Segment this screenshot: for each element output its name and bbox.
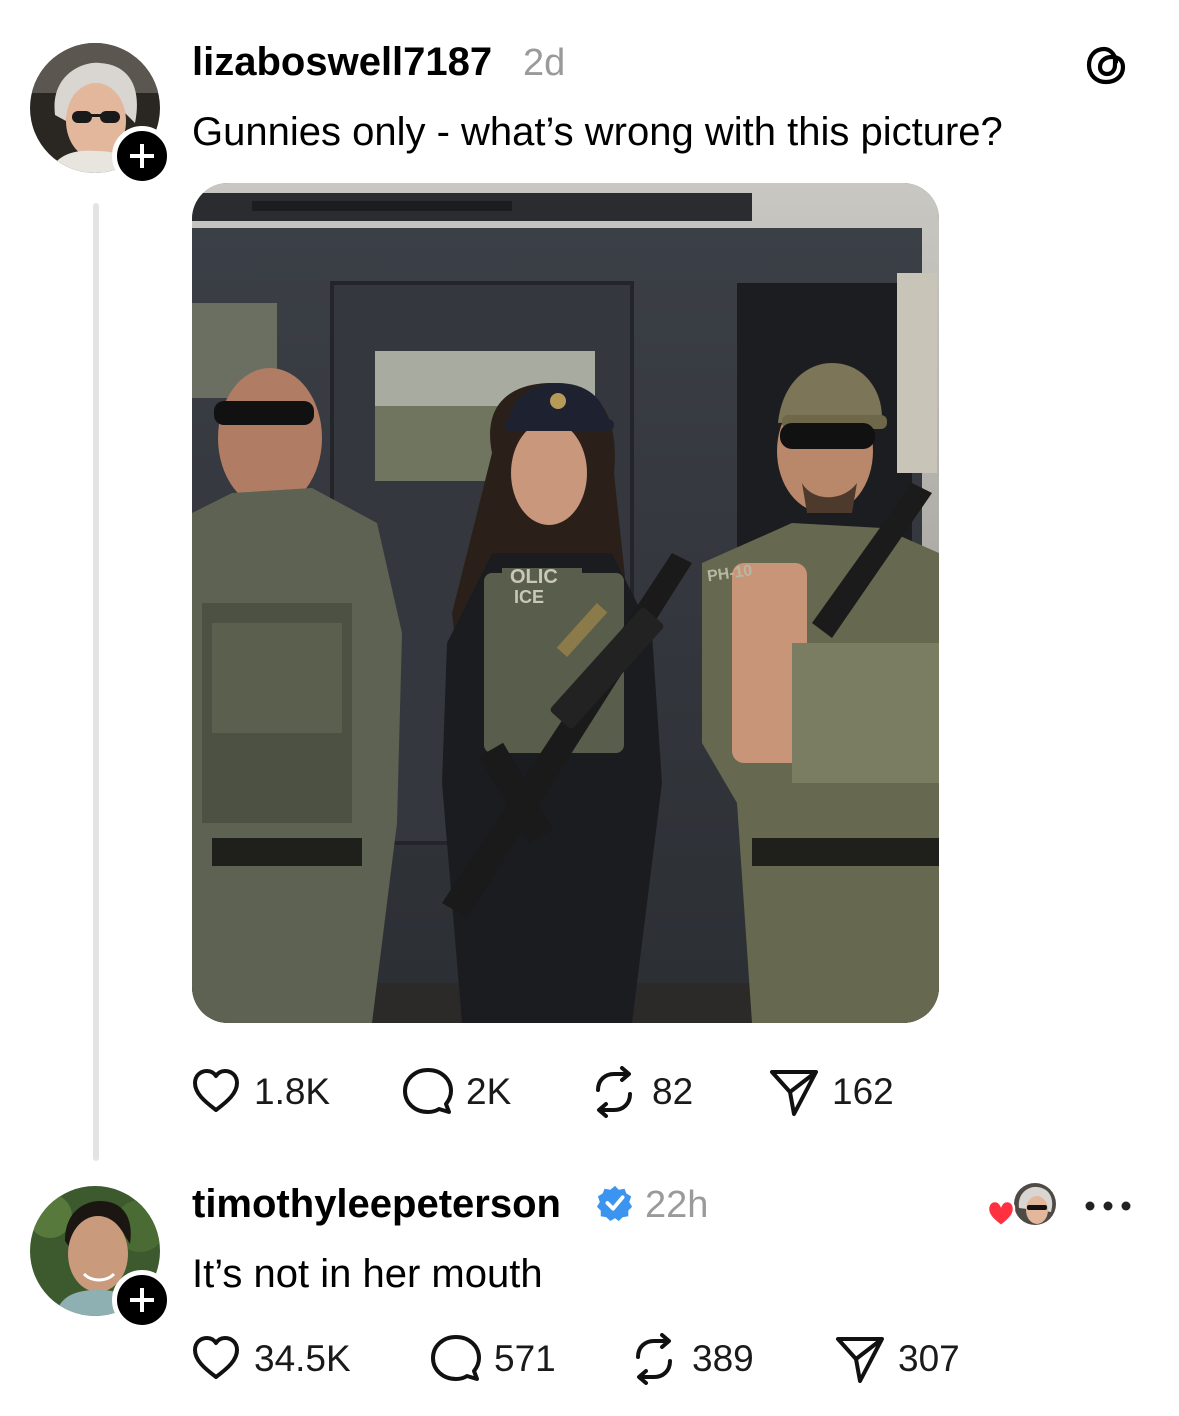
follow-button[interactable] <box>112 126 172 186</box>
plus-icon <box>130 144 154 168</box>
post-actions: 1.8K 2K 82 162 <box>190 1066 950 1118</box>
post-timestamp: 2d <box>523 42 566 84</box>
reply-post: timothyleepeterson 22h It’s not in her m… <box>0 1160 1179 1416</box>
author-liked-indicator <box>985 1178 1060 1234</box>
heart-liked-icon <box>986 1199 1016 1228</box>
reply-repost-count: 389 <box>692 1338 754 1379</box>
patch-ice-text: ICE <box>514 587 544 607</box>
more-dots-icon[interactable] <box>1083 1196 1133 1216</box>
reply-button[interactable]: 2K <box>402 1067 511 1117</box>
paper-plane-icon <box>770 1070 818 1116</box>
plus-icon <box>130 1288 154 1312</box>
verified-badge-icon <box>596 1185 633 1222</box>
post-text: Gunnies only - what’s wrong with this pi… <box>192 110 1003 154</box>
like-button[interactable]: 1.8K <box>190 1067 330 1117</box>
like-count: 1.8K <box>254 1071 331 1112</box>
threads-logo-icon[interactable] <box>1082 40 1132 90</box>
reply-like-count: 34.5K <box>254 1338 351 1379</box>
repost-button[interactable]: 82 <box>588 1066 694 1118</box>
original-post: lizaboswell7187 2d Gunnies only - what’s… <box>0 0 1179 1161</box>
reply-reply-count: 571 <box>494 1338 556 1379</box>
share-button[interactable]: 162 <box>768 1067 894 1117</box>
comment-bubble-icon <box>403 1068 453 1114</box>
patch-police-text: OLIC <box>510 566 558 588</box>
reply-follow-button[interactable] <box>112 1270 172 1330</box>
repost-icon <box>596 1066 632 1118</box>
reply-like-button[interactable]: 34.5K <box>190 1334 351 1384</box>
author-username[interactable]: lizaboswell7187 <box>192 40 492 85</box>
paper-plane-icon <box>836 1337 884 1383</box>
reply-actions: 34.5K 571 389 307 <box>190 1333 990 1385</box>
repost-count: 82 <box>652 1071 694 1112</box>
reply-author-username[interactable]: timothyleepeterson <box>192 1182 561 1227</box>
repost-icon <box>636 1333 672 1385</box>
reply-count: 2K <box>466 1071 512 1112</box>
reply-reply-button[interactable]: 571 <box>430 1334 556 1384</box>
reply-text: It’s not in her mouth <box>192 1252 543 1296</box>
reply-timestamp: 22h <box>645 1184 709 1226</box>
thread-connector-line <box>93 203 99 1161</box>
reply-share-button[interactable]: 307 <box>834 1334 960 1384</box>
heart-icon <box>193 1069 239 1112</box>
reply-repost-button[interactable]: 389 <box>628 1333 754 1385</box>
comment-bubble-icon <box>431 1335 481 1381</box>
reply-share-count: 307 <box>898 1338 960 1379</box>
post-image[interactable]: OLIC ICE PH-10 <box>192 183 939 1023</box>
heart-icon <box>193 1336 239 1379</box>
share-count: 162 <box>832 1071 894 1112</box>
